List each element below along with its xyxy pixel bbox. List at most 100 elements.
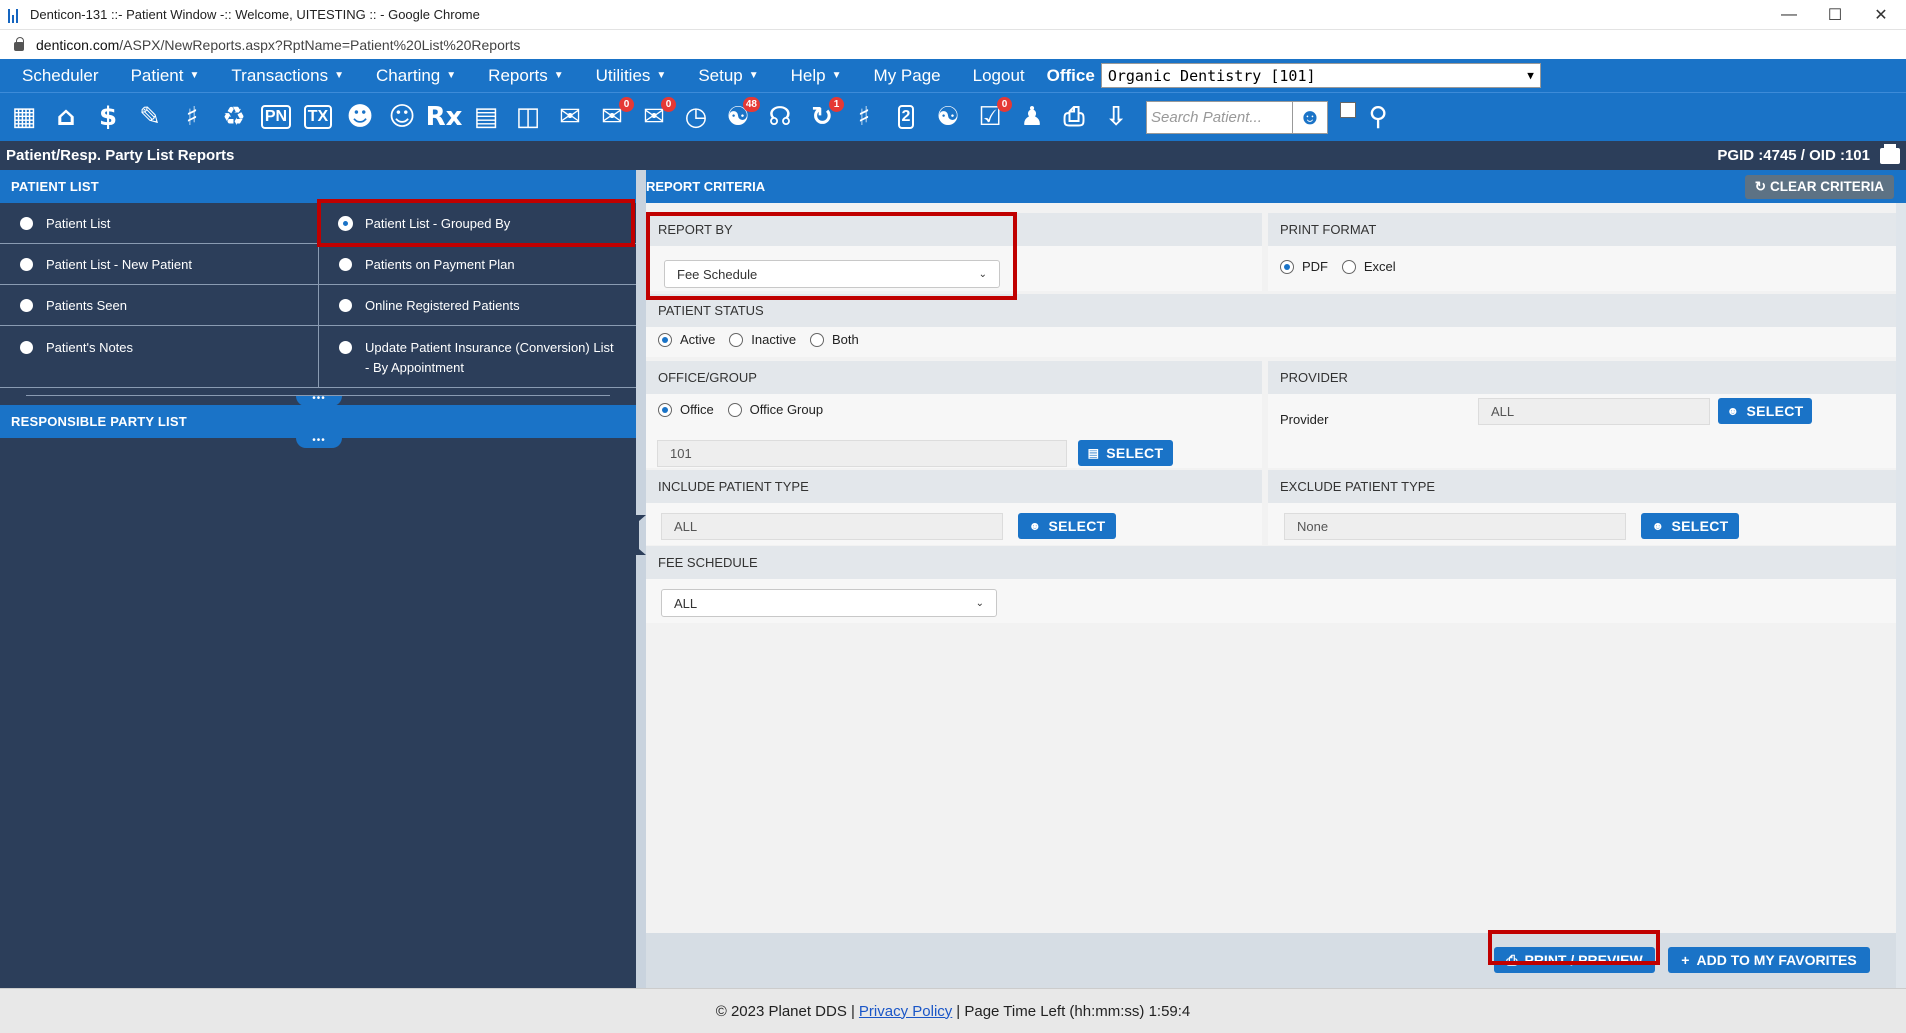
privacy-policy-link[interactable]: Privacy Policy — [859, 1003, 952, 1020]
format-excel-radio[interactable]: Excel — [1341, 259, 1396, 274]
add-patient-icon[interactable]: ☻ — [342, 97, 378, 137]
mail-icon[interactable]: ✉ — [552, 97, 588, 137]
report-by-select[interactable]: Fee Schedule ⌄ — [664, 260, 1000, 288]
tooth-chart-icon[interactable]: ♻ — [216, 97, 252, 137]
exclude-type-select-button[interactable]: ☻ SELECT — [1641, 513, 1739, 539]
status-active-radio[interactable]: Active — [658, 332, 715, 347]
provider-value-field[interactable]: ALL — [1478, 398, 1710, 425]
minimize-icon[interactable]: — — [1766, 0, 1812, 30]
office-select-button[interactable]: ▤ SELECT — [1078, 440, 1173, 466]
radio-selected-icon[interactable] — [339, 216, 352, 230]
group-icon[interactable]: ♟ — [1014, 97, 1050, 137]
include-type-field[interactable]: ALL — [661, 513, 1003, 540]
toolbar-checkbox[interactable] — [1340, 102, 1356, 118]
patient-lookup-icon[interactable]: ⚲ — [1360, 97, 1396, 137]
web-icon[interactable]: ☯ 48 — [720, 97, 760, 137]
option-patients-seen[interactable]: Patients Seen — [0, 285, 318, 326]
patient-search-input[interactable]: Search Patient... — [1146, 100, 1293, 134]
radio-icon[interactable] — [20, 298, 33, 312]
sms-icon[interactable]: ✉ 0 — [636, 97, 676, 137]
url-text[interactable]: denticon.com/ASPX/NewReports.aspx?RptNam… — [36, 37, 520, 53]
patient-list-options: Patient List Patient List - Grouped By P… — [0, 203, 636, 388]
dental-icon[interactable]: ♯ — [846, 97, 882, 137]
maximize-icon[interactable]: ☐ — [1812, 0, 1858, 30]
messages-icon[interactable]: ✉ 0 — [594, 97, 634, 137]
menu-patient[interactable]: Patient ▼ — [131, 66, 200, 86]
radio-icon[interactable] — [20, 216, 33, 230]
home-icon[interactable]: ⌂ — [48, 97, 84, 137]
family-icon[interactable]: ☺ — [384, 97, 420, 137]
radio-icon[interactable] — [339, 257, 352, 271]
tasks-icon[interactable]: ☑ 0 — [972, 97, 1012, 137]
fee-schedule-label: FEE SCHEDULE — [646, 546, 1896, 579]
menu-charting[interactable]: Charting ▼ — [376, 66, 456, 86]
menu-my-page[interactable]: My Page — [874, 66, 941, 86]
format-pdf-radio[interactable]: PDF — [1280, 259, 1328, 274]
menu-setup[interactable]: Setup ▼ — [698, 66, 758, 86]
close-icon[interactable]: ✕ — [1858, 0, 1904, 30]
main-menu: Scheduler Patient ▼ Transactions ▼ Chartin… — [0, 59, 1906, 92]
download-icon[interactable]: ⇩ — [1098, 97, 1134, 137]
status-both-radio[interactable]: Both — [810, 332, 859, 347]
radio-icon[interactable] — [339, 341, 352, 354]
notes-icon[interactable]: ▤ — [468, 97, 504, 137]
menu-transactions[interactable]: Transactions ▼ — [231, 66, 344, 86]
prescription-icon[interactable]: Rx — [426, 97, 463, 137]
treatment-icon[interactable]: TX — [300, 97, 336, 137]
radio-icon[interactable] — [339, 298, 352, 312]
caret-down-icon: ▼ — [189, 70, 200, 81]
caret-down-icon: ▼ — [446, 70, 457, 81]
report-list-panel: PATIENT LIST Patient List Patient List -… — [0, 170, 636, 988]
plus-icon: + — [1681, 952, 1690, 968]
clear-criteria-button[interactable]: ↻ CLEAR CRITERIA — [1744, 174, 1894, 199]
menu-reports[interactable]: Reports ▼ — [488, 66, 563, 86]
globe-icon[interactable]: ☯ — [930, 97, 966, 137]
status-inactive-radio[interactable]: Inactive — [729, 332, 796, 347]
alerts-icon[interactable]: ↻ 1 — [804, 97, 844, 137]
office-radio[interactable]: Office — [658, 402, 714, 417]
option-patients-notes[interactable]: Patient's Notes — [0, 326, 318, 388]
clock-icon[interactable]: ◷ — [678, 97, 714, 137]
print-icon[interactable] — [1880, 143, 1900, 164]
refresh-icon: ↻ — [1754, 178, 1766, 194]
office-group-radio[interactable]: Office Group — [727, 402, 823, 417]
responsible-party-header[interactable]: RESPONSIBLE PARTY LIST — [0, 405, 636, 438]
option-patient-list[interactable]: Patient List — [0, 203, 318, 244]
include-type-select-button[interactable]: ☻ SELECT — [1018, 513, 1116, 539]
menu-help[interactable]: Help ▼ — [791, 66, 842, 86]
menu-utilities[interactable]: Utilities ▼ — [596, 66, 667, 86]
dollar-icon[interactable]: $ — [90, 97, 126, 137]
app-logo-icon — [8, 7, 22, 23]
edit-notes-icon[interactable]: ✎ — [132, 97, 168, 137]
tooth-icon[interactable]: ♯ — [174, 97, 210, 137]
collapse-handle-icon[interactable]: ••• — [296, 394, 342, 406]
panel-splitter[interactable] — [636, 170, 646, 988]
printer-icon[interactable]: ⎙ — [1056, 97, 1092, 137]
menu-logout[interactable]: Logout — [973, 66, 1025, 86]
add-to-favorites-button[interactable]: + ADD TO MY FAVORITES — [1668, 947, 1870, 973]
fee-schedule-select[interactable]: ALL ⌄ — [661, 589, 997, 617]
option-patient-list-grouped-by[interactable]: Patient List - Grouped By — [318, 203, 636, 244]
help-icon[interactable]: 2 — [888, 97, 924, 137]
caret-down-icon: ▼ — [553, 70, 564, 81]
menu-scheduler[interactable]: Scheduler — [22, 66, 99, 86]
option-online-registered-patients[interactable]: Online Registered Patients — [318, 285, 636, 326]
progress-notes-icon[interactable]: PN — [258, 97, 294, 137]
office-select[interactable]: Organic Dentistry [101] ▼ — [1100, 63, 1541, 88]
splitter-grip-icon[interactable] — [636, 515, 646, 555]
print-preview-button[interactable]: ⎙ PRINT / PREVIEW — [1494, 947, 1655, 973]
provider-select-button[interactable]: ☻ SELECT — [1718, 398, 1812, 424]
option-update-patient-insurance[interactable]: Update Patient Insurance (Conversion) Li… — [318, 326, 636, 388]
option-patient-list-new-patient[interactable]: Patient List - New Patient — [0, 244, 318, 285]
document-icon[interactable]: ◫ — [510, 97, 546, 137]
calendar-icon[interactable]: ▦ — [6, 97, 42, 137]
support-icon[interactable]: ☊ — [762, 97, 798, 137]
option-patients-on-payment-plan[interactable]: Patients on Payment Plan — [318, 244, 636, 285]
collapse-handle-icon[interactable]: ••• — [296, 436, 342, 448]
address-bar[interactable]: denticon.com/ASPX/NewReports.aspx?RptNam… — [0, 30, 1906, 59]
office-value-field[interactable]: 101 — [657, 440, 1067, 467]
search-patient-icon[interactable]: ☻ — [1292, 100, 1328, 134]
radio-icon[interactable] — [20, 341, 33, 354]
radio-icon[interactable] — [20, 257, 33, 271]
exclude-type-field[interactable]: None — [1284, 513, 1626, 540]
